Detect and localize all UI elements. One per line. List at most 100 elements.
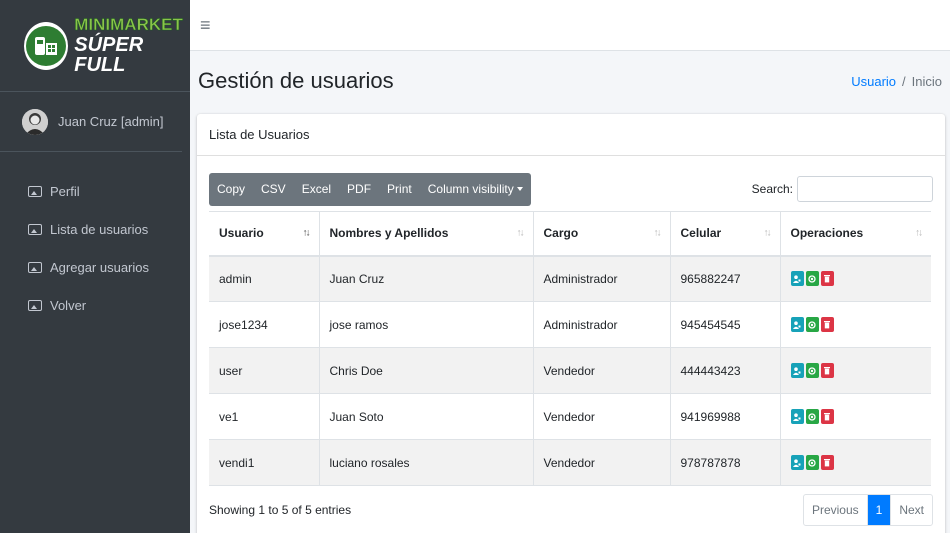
pdf-button[interactable]: PDF — [339, 173, 379, 206]
cell-cargo: Administrador — [533, 255, 671, 302]
table-row: vendi1 luciano rosales Vendedor 97878787… — [209, 439, 931, 486]
cell-nombres: luciano rosales — [319, 439, 534, 486]
brand-title: MINIMARKET — [74, 15, 183, 34]
content-header: Gestión de usuarios Usuario / Inicio — [190, 51, 950, 111]
cell-cargo: Administrador — [533, 301, 671, 348]
cell-operaciones — [780, 255, 931, 302]
eye-icon — [808, 320, 816, 329]
user-name[interactable]: Juan Cruz [admin] — [58, 114, 164, 129]
table-row: admin Juan Cruz Administrador 965882247 — [209, 255, 931, 302]
sort-icon: ↑↓ — [763, 227, 772, 239]
column-header-label: Usuario — [219, 226, 264, 241]
edit-user-button[interactable] — [790, 455, 804, 470]
delete-user-button[interactable] — [820, 271, 834, 287]
view-user-button[interactable] — [805, 317, 819, 332]
brand-logo-icon — [24, 21, 69, 70]
brand-subtitle: SÚPER FULL — [74, 34, 144, 76]
print-button[interactable]: Print — [379, 173, 420, 206]
column-header-cargo[interactable]: Cargo ↑↓ — [533, 211, 671, 257]
eye-icon — [808, 275, 816, 283]
cell-operaciones — [780, 393, 931, 440]
export-buttons: Copy CSV Excel PDF Print Column visibili… — [209, 172, 531, 206]
column-visibility-button[interactable]: Column visibility — [420, 173, 531, 206]
cell-usuario: user — [209, 347, 320, 394]
brand-link[interactable]: MINIMARKET SÚPER FULL — [0, 0, 190, 92]
table-row: ve1 Juan Soto Vendedor 941969988 — [209, 393, 931, 440]
page-1-button[interactable]: 1 — [866, 495, 891, 525]
cell-cargo: Vendedor — [533, 439, 671, 486]
column-header-label: Cargo — [543, 226, 579, 241]
sidebar-item-volver[interactable]: Volver — [0, 286, 190, 324]
users-table: Usuario ↑↓ Nombres y Apellidos ↑↓ Cargo ↑↓ … — [209, 211, 931, 486]
trash-icon — [824, 275, 830, 283]
image-icon — [28, 223, 42, 235]
cell-cargo: Vendedor — [533, 393, 671, 440]
search-input[interactable] — [797, 176, 933, 202]
column-header-operaciones[interactable]: Operaciones ↑↓ — [780, 211, 931, 257]
table-row: user Chris Doe Vendedor 444443423 — [209, 347, 931, 394]
copy-button[interactable]: Copy — [209, 173, 253, 206]
view-user-button[interactable] — [805, 409, 819, 424]
cell-nombres: Juan Soto — [319, 393, 534, 440]
column-header-usuario[interactable]: Usuario ↑↓ — [209, 211, 320, 257]
sidebar-item-label: Agregar usuarios — [50, 259, 149, 275]
cell-operaciones — [780, 301, 931, 348]
cell-usuario: vendi1 — [209, 439, 320, 486]
user-panel: Juan Cruz [admin] — [0, 92, 182, 152]
view-user-button[interactable] — [805, 363, 819, 378]
column-header-label: Celular — [680, 226, 722, 241]
sort-icon: ↑↓ — [653, 227, 662, 239]
user-edit-icon — [793, 320, 801, 329]
edit-user-button[interactable] — [790, 271, 804, 287]
image-icon — [28, 299, 42, 311]
next-page-button[interactable]: Next — [890, 495, 932, 525]
csv-button[interactable]: CSV — [253, 173, 294, 206]
sidebar-item-perfil[interactable]: Perfil — [0, 172, 190, 210]
previous-page-button[interactable]: Previous — [804, 495, 867, 525]
cell-cargo: Vendedor — [533, 347, 671, 394]
sidebar-item-label: Perfil — [50, 183, 80, 199]
delete-user-button[interactable] — [820, 363, 834, 378]
breadcrumb: Usuario / Inicio — [851, 74, 942, 89]
view-user-button[interactable] — [805, 455, 819, 470]
cell-celular: 945454545 — [670, 301, 781, 348]
eye-icon — [808, 412, 816, 421]
column-header-nombres[interactable]: Nombres y Apellidos ↑↓ — [319, 211, 534, 257]
sort-icon: ↑↓ — [915, 227, 923, 239]
user-edit-icon — [793, 366, 801, 375]
column-visibility-label: Column visibility — [427, 181, 514, 196]
cell-nombres: Chris Doe — [319, 347, 534, 394]
breadcrumb-current: Inicio — [911, 73, 942, 89]
trash-icon — [824, 413, 830, 421]
column-header-label: Operaciones — [790, 226, 864, 241]
cell-celular: 978787878 — [670, 439, 781, 486]
sidebar-item-lista-usuarios[interactable]: Lista de usuarios — [0, 210, 190, 248]
cell-usuario: ve1 — [209, 393, 320, 440]
cell-nombres: Juan Cruz — [319, 255, 534, 302]
column-header-label: Nombres y Apellidos — [329, 226, 449, 241]
sidebar-item-agregar-usuarios[interactable]: Agregar usuarios — [0, 248, 190, 286]
delete-user-button[interactable] — [820, 455, 834, 470]
excel-button[interactable]: Excel — [294, 173, 339, 206]
sort-asc-icon: ↑↓ — [302, 227, 311, 239]
sort-icon: ↑↓ — [516, 227, 525, 239]
eye-icon — [808, 458, 816, 467]
hamburger-icon[interactable]: ≡ — [200, 15, 211, 36]
edit-user-button[interactable] — [790, 409, 804, 424]
cell-celular: 941969988 — [670, 393, 781, 440]
column-header-celular[interactable]: Celular ↑↓ — [670, 211, 781, 257]
sidebar-item-label: Volver — [50, 297, 87, 313]
breadcrumb-link-usuario[interactable]: Usuario — [851, 74, 896, 89]
view-user-button[interactable] — [805, 271, 819, 287]
image-icon — [28, 185, 42, 197]
eye-icon — [808, 366, 816, 375]
cell-celular: 444443423 — [670, 347, 781, 394]
users-card: Lista de Usuarios Copy CSV Excel PDF Pri… — [197, 114, 945, 533]
edit-user-button[interactable] — [790, 363, 804, 378]
trash-icon — [824, 459, 830, 467]
delete-user-button[interactable] — [820, 317, 834, 332]
edit-user-button[interactable] — [790, 317, 804, 332]
avatar[interactable] — [22, 108, 48, 135]
delete-user-button[interactable] — [820, 409, 834, 424]
cell-usuario: jose1234 — [209, 301, 320, 348]
